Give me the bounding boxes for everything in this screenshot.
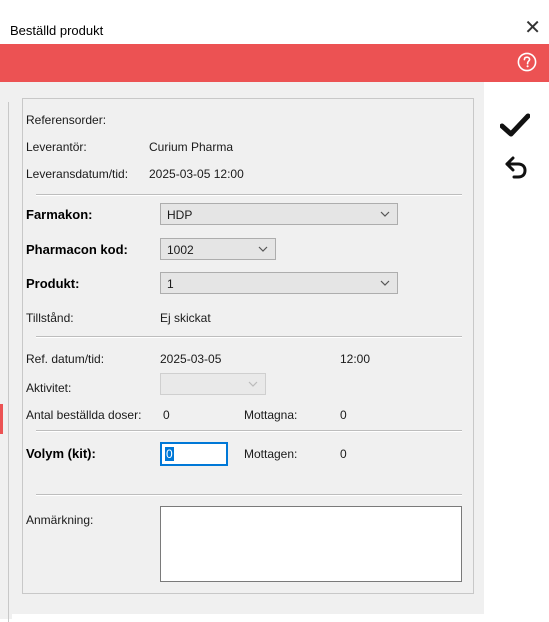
remark-label: Anmärkning: <box>26 513 94 527</box>
volume-label: Volym (kit): <box>26 446 96 461</box>
remark-textarea[interactable] <box>160 506 462 582</box>
ref-datetime-label: Ref. datum/tid: <box>26 352 105 366</box>
question-circle-icon[interactable] <box>517 52 537 72</box>
separator <box>36 494 462 496</box>
pharmacon-code-value: 1002 <box>167 243 194 257</box>
activity-select[interactable] <box>160 373 266 395</box>
product-select[interactable]: 1 <box>160 272 398 294</box>
pharmacon-code-label: Pharmacon kod: <box>26 242 128 257</box>
supplier-value: Curium Pharma <box>149 140 234 154</box>
volume-input-value: 0 <box>165 447 174 461</box>
background-window-edge <box>0 82 12 622</box>
separator <box>36 194 462 196</box>
product-label: Produkt: <box>26 276 80 291</box>
volume-received-value: 0 <box>340 447 347 461</box>
drug-select[interactable]: HDP <box>160 203 398 225</box>
permit-value: Ej skickat <box>160 311 211 325</box>
ordered-doses-label: Antal beställda doser: <box>26 408 142 422</box>
header-bar <box>0 44 549 82</box>
chevron-down-icon <box>380 280 390 286</box>
ref-time-value: 12:00 <box>340 352 371 366</box>
close-icon[interactable]: ✕ <box>524 18 541 38</box>
product-select-value: 1 <box>167 277 174 291</box>
separator <box>36 336 462 338</box>
permit-label: Tillstånd: <box>26 311 74 325</box>
received-doses-value: 0 <box>340 408 347 422</box>
volume-received-label: Mottagen: <box>244 447 298 461</box>
separator <box>36 430 462 432</box>
chevron-down-icon <box>248 381 258 387</box>
checkmark-icon[interactable] <box>500 113 530 137</box>
delivery-datetime-value: 2025-03-05 12:00 <box>149 167 244 181</box>
ordered-doses-value: 0 <box>163 408 170 422</box>
activity-label: Aktivitet: <box>26 381 72 395</box>
received-doses-label: Mottagna: <box>244 408 298 422</box>
drug-select-value: HDP <box>167 208 193 222</box>
drug-label: Farmakon: <box>26 207 93 222</box>
chevron-down-icon <box>258 246 268 252</box>
form-panel: Referensorder: Leverantör: Curium Pharma… <box>12 82 484 614</box>
pharmacon-code-select[interactable]: 1002 <box>160 238 276 260</box>
title-bar: Beställd produkt ✕ <box>0 0 549 44</box>
supplier-label: Leverantör: <box>26 140 87 154</box>
window-title: Beställd produkt <box>10 23 104 38</box>
undo-arrow-icon[interactable] <box>504 155 528 181</box>
delivery-datetime-label: Leveransdatum/tid: <box>26 167 129 181</box>
ref-date-value: 2025-03-05 <box>160 352 222 366</box>
chevron-down-icon <box>380 211 390 217</box>
reference-order-label: Referensorder: <box>26 113 107 127</box>
volume-input[interactable]: 0 <box>160 442 228 466</box>
